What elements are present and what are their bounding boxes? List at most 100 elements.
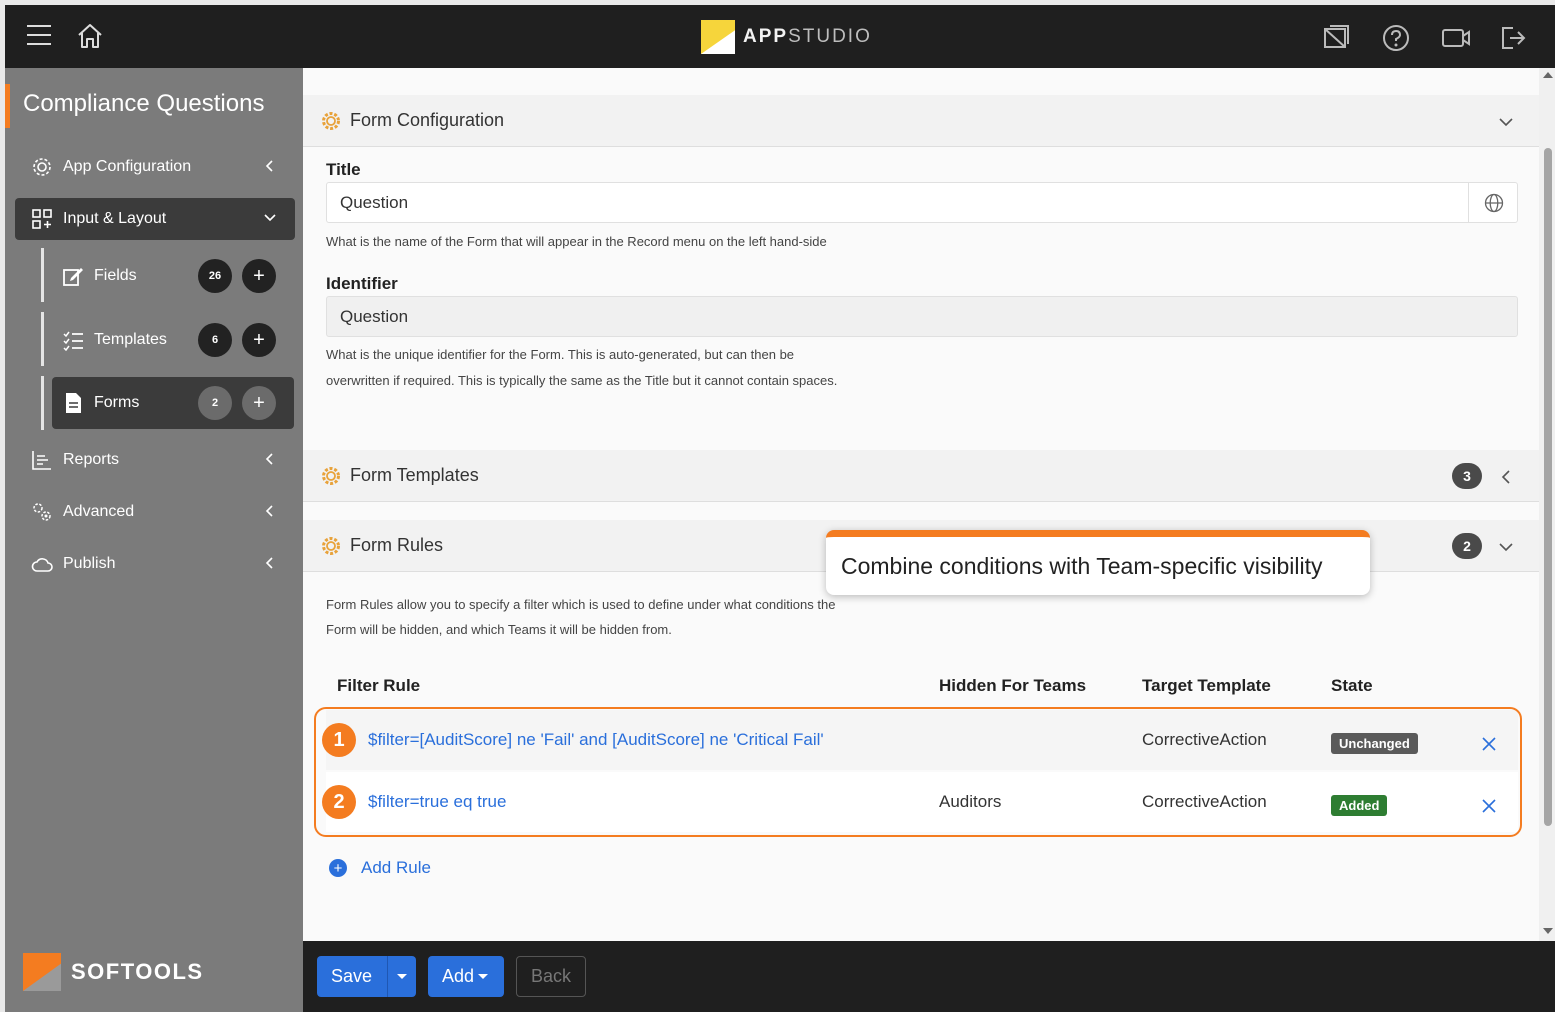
count-badge: 3 [1452,463,1482,489]
sidebar: Compliance Questions App Configuration I… [5,68,303,1012]
logout-icon[interactable] [1499,23,1529,53]
rules-help-2: Form will be hidden, and which Teams it … [326,622,672,637]
add-button[interactable]: Add [428,956,504,997]
sidebar-item-app-configuration[interactable]: App Configuration [15,146,295,188]
save-label: Save [331,966,373,986]
logo-mark [701,20,735,54]
sidebar-item-advanced[interactable]: Advanced [15,491,295,533]
logo-text: APPSTUDIO [743,26,872,47]
scrollbar-thumb[interactable] [1544,148,1552,826]
panel-title: Form Configuration [350,110,505,130]
chevron-down-icon [264,214,276,222]
footer-bar: Save Add Back [303,941,1555,1012]
gears-icon [33,503,51,521]
column-header: Hidden For Teams [939,676,1087,695]
title-input[interactable]: Question [326,182,1518,223]
add-field-button[interactable]: + [242,259,276,293]
rows-highlight [314,707,1522,837]
chevron-left-icon [265,160,273,172]
chevron-left-icon [265,453,273,465]
count-badge: 2 [198,386,232,420]
sidebar-child-templates[interactable]: Templates 6 + [52,314,294,366]
count-badge: 26 [198,259,232,293]
list-icon [63,331,83,351]
count-badge: 2 [1452,533,1482,559]
identifier-label: Identifier [326,274,398,293]
sidebar-item-label: Input & Layout [63,210,167,227]
save-dropdown-toggle[interactable] [387,956,416,997]
edit-icon [63,268,83,286]
gear-icon [322,536,340,555]
sidebar-item-reports[interactable]: Reports [15,439,295,481]
gear-icon [322,466,340,485]
gear-icon [322,111,340,130]
chevron-down-icon [1499,543,1513,552]
submenu-line [41,312,44,366]
chevron-left-icon [265,505,273,517]
panel-title: Form Templates [350,465,479,485]
panel-form-templates[interactable]: Form Templates 3 [303,450,1539,502]
sidebar-item-label: Publish [63,555,116,572]
count-badge: 6 [198,323,232,357]
identifier-help-2: overwritten if required. This is typical… [326,373,838,388]
main-content: Form Configuration Title Question What i… [303,68,1539,941]
home-icon[interactable] [75,21,105,51]
plus-circle-icon: + [329,859,347,877]
top-bar: APPSTUDIO [5,5,1555,68]
grid-icon [32,209,52,229]
help-icon[interactable] [1381,23,1411,53]
back-button[interactable]: Back [516,956,586,997]
sidebar-item-publish[interactable]: Publish [15,543,295,585]
chevron-left-icon [265,557,273,569]
brand-text: SOFTOOLS [71,959,204,984]
translate-button[interactable] [1468,182,1518,223]
chevron-down-icon [1499,118,1513,127]
add-form-button[interactable]: + [242,386,276,420]
column-header: Filter Rule [337,676,421,695]
sidebar-item-label: Advanced [63,503,135,520]
brand-logo: SOFTOOLS [23,953,204,991]
sidebar-child-fields[interactable]: Fields 26 + [52,250,294,302]
document-icon [66,393,81,413]
video-icon[interactable] [1441,23,1471,53]
caret-down-icon [397,974,407,979]
column-header: Target Template [1142,676,1271,695]
sidebar-child-forms[interactable]: Forms 2 + [52,377,294,429]
brand-mark [23,953,61,991]
caret-down-icon [478,974,489,979]
sidebar-item-input-layout[interactable]: Input & Layout [15,198,295,240]
callout-banner: Combine conditions with Team-specific vi… [826,530,1370,595]
scroll-up-arrow[interactable] [1543,72,1553,78]
add-rule-button[interactable]: + Add Rule [328,858,431,878]
add-template-button[interactable]: + [242,323,276,357]
panel-title: Form Rules [350,535,444,555]
sidebar-child-label: Fields [94,267,137,284]
panel-form-configuration[interactable]: Form Configuration [303,95,1539,147]
title-help: What is the name of the Form that will a… [326,234,827,249]
table-header: Filter Rule Hidden For Teams Target Temp… [326,660,1518,710]
title-accent [5,84,10,128]
title-label: Title [326,160,361,179]
sidebar-child-label: Forms [94,394,140,411]
submenu-line [41,248,44,302]
gear-icon [33,158,51,176]
sidebar-item-label: App Configuration [63,158,192,175]
sidebar-child-label: Templates [94,331,167,348]
rules-help-1: Form Rules allow you to specify a filter… [326,597,836,612]
add-rule-label: Add Rule [361,858,431,877]
sidebar-item-label: Reports [63,451,120,468]
globe-icon [1484,193,1503,212]
identifier-input[interactable]: Question [326,296,1518,337]
chevron-left-icon [1501,470,1510,484]
disable-view-icon[interactable] [1321,23,1351,53]
scroll-down-arrow[interactable] [1543,928,1553,934]
add-label: Add [442,966,475,986]
menu-icon[interactable] [27,25,51,47]
cloud-icon [31,558,53,572]
report-icon [32,451,51,470]
app-logo: APPSTUDIO [701,19,872,55]
identifier-help-1: What is the unique identifier for the Fo… [326,347,795,362]
save-button[interactable]: Save [317,956,416,997]
submenu-line [41,376,44,430]
column-header: State [1331,676,1373,695]
